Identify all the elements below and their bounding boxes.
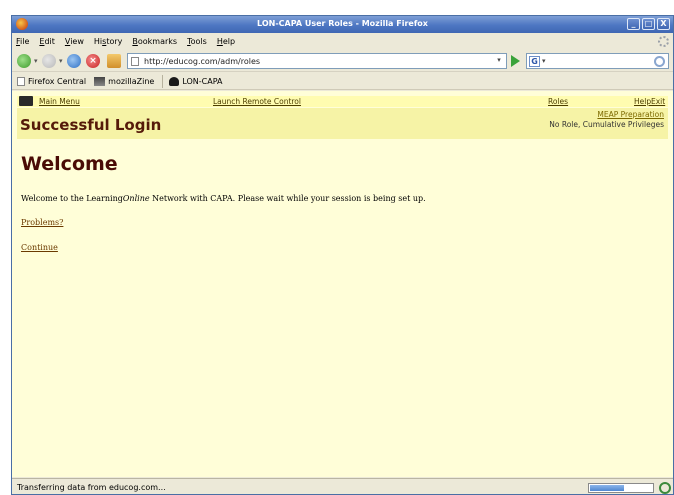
welcome-heading: Welcome <box>21 153 118 175</box>
main-menu-link[interactable]: Main Menu <box>39 97 80 106</box>
welcome-message: Welcome to the LearningOnline Network wi… <box>21 194 426 203</box>
maximize-button[interactable]: □ <box>642 18 655 30</box>
search-engine-dropdown[interactable]: ▾ <box>542 57 546 65</box>
main-menu-icon[interactable] <box>19 96 33 106</box>
navigation-toolbar: ▾ ▾ × http://educog.com/adm/roles ▾ G ▾ <box>12 50 673 72</box>
go-arrow-icon[interactable] <box>511 55 520 67</box>
home-icon[interactable] <box>107 54 121 68</box>
menu-file[interactable]: File <box>16 37 29 46</box>
forward-arrow-icon[interactable] <box>42 54 56 68</box>
bookmark-firefox-central[interactable]: Firefox Central <box>17 76 86 86</box>
menu-tools[interactable]: Tools <box>187 37 207 46</box>
progress-bar <box>588 483 654 493</box>
help-link[interactable]: Help <box>634 97 651 106</box>
lon-capa-icon <box>169 76 180 86</box>
page-icon <box>131 57 139 66</box>
throbber-icon <box>658 36 669 47</box>
bookmark-mozillazine[interactable]: mozillaZine <box>94 76 154 86</box>
continue-link[interactable]: Continue <box>21 243 58 252</box>
lon-capa-menu-bar: Main Menu Launch Remote Control Roles He… <box>17 96 668 107</box>
url-bar[interactable]: http://educog.com/adm/roles ▾ <box>127 53 507 69</box>
page-title: Successful Login <box>20 116 162 134</box>
roles-link[interactable]: Roles <box>548 97 568 106</box>
search-box[interactable]: G ▾ <box>526 53 669 69</box>
status-text: Transferring data from educog.com... <box>17 483 166 492</box>
url-dropdown-icon[interactable]: ▾ <box>494 56 504 66</box>
menu-bar: File Edit View History Bookmarks Tools H… <box>12 33 673 50</box>
progress-fill <box>590 485 624 491</box>
problems-link[interactable]: Problems? <box>21 218 63 227</box>
bookmark-lon-capa[interactable]: LON-CAPA <box>169 76 223 86</box>
status-bar: Transferring data from educog.com... <box>12 478 673 494</box>
menu-bookmarks[interactable]: Bookmarks <box>132 37 177 46</box>
mozillazine-icon <box>94 76 106 86</box>
minimize-button[interactable]: _ <box>627 18 640 30</box>
window-controls: _ □ X <box>627 18 670 30</box>
exit-link[interactable]: Exit <box>651 97 665 106</box>
menu-history[interactable]: History <box>94 37 122 46</box>
page-content: Main Menu Launch Remote Control Roles He… <box>12 91 673 477</box>
close-button[interactable]: X <box>657 18 670 30</box>
menu-help[interactable]: Help <box>217 37 235 46</box>
bookmarks-toolbar: Firefox Central mozillaZine LON-CAPA <box>12 73 673 90</box>
menu-edit[interactable]: Edit <box>39 37 55 46</box>
forward-history-dropdown[interactable]: ▾ <box>59 57 63 65</box>
menu-view[interactable]: View <box>65 37 84 46</box>
search-magnifier-icon[interactable] <box>654 56 665 67</box>
back-history-dropdown[interactable]: ▾ <box>34 57 38 65</box>
course-link[interactable]: MEAP Preparation <box>597 110 664 119</box>
lon-capa-header: Successful Login MEAP Preparation No Rol… <box>17 108 668 139</box>
security-status-icon <box>659 482 671 494</box>
reload-icon[interactable] <box>67 54 81 68</box>
url-text[interactable]: http://educog.com/adm/roles <box>144 57 260 66</box>
window-title: LON-CAPA User Roles - Mozilla Firefox <box>257 19 428 28</box>
browser-window: LON-CAPA User Roles - Mozilla Firefox _ … <box>11 15 674 495</box>
search-engine-icon[interactable]: G <box>529 56 540 67</box>
bookmark-separator <box>162 74 164 88</box>
role-text: No Role, Cumulative Privileges <box>549 120 664 129</box>
title-bar[interactable]: LON-CAPA User Roles - Mozilla Firefox _ … <box>12 16 673 33</box>
back-arrow-icon[interactable] <box>17 54 31 68</box>
document-icon <box>17 76 25 86</box>
launch-remote-control-link[interactable]: Launch Remote Control <box>213 97 301 106</box>
stop-icon[interactable]: × <box>86 54 100 68</box>
